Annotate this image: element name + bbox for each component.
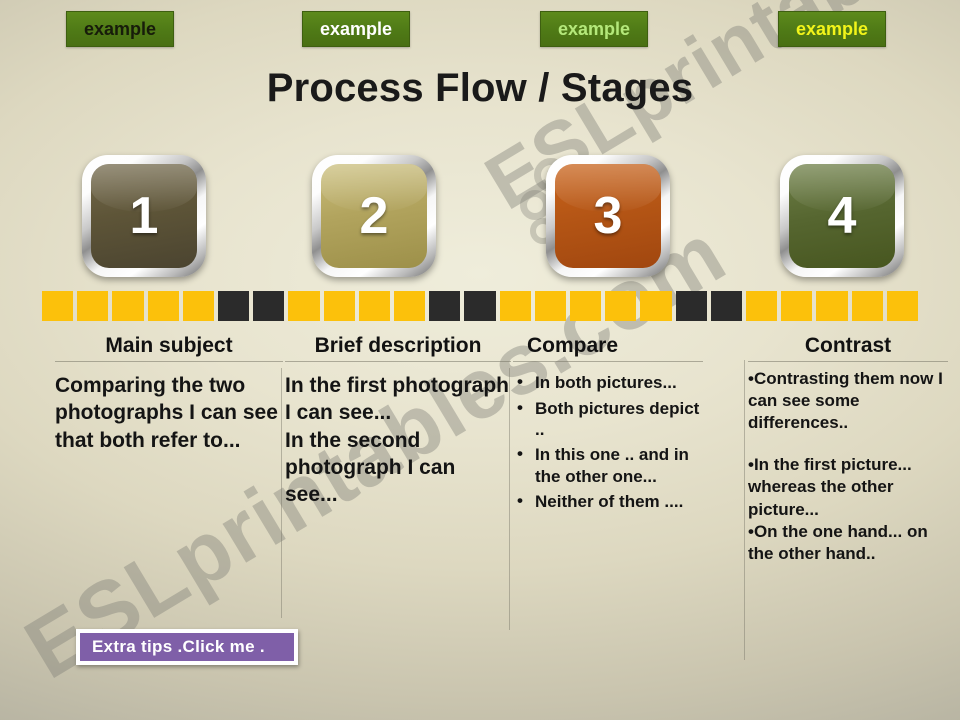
- stage-row: 1 2 3 4: [0, 155, 960, 285]
- example-button-1-label: example: [83, 19, 157, 39]
- divider-tile: [112, 291, 144, 321]
- column-2-rule: [285, 361, 511, 363]
- divider-tile: [710, 291, 743, 321]
- divider-tile: [886, 291, 919, 321]
- column-contrast: Contrast •Contrasting them now I can see…: [748, 334, 948, 565]
- list-item: Both pictures depict ..: [513, 397, 703, 441]
- divider-tile: [253, 291, 285, 321]
- column-3-bullet-list: In both pictures... Both pictures depict…: [513, 371, 703, 512]
- stage-box-3[interactable]: 3: [546, 155, 670, 277]
- example-button-row: example example example example: [0, 0, 960, 58]
- column-4-paragraph: •On the one hand... on the other hand..: [748, 521, 928, 563]
- divider-tile: [570, 291, 602, 321]
- divider-tile: [147, 291, 179, 321]
- list-item: In this one .. and in the other one...: [513, 443, 703, 487]
- divider-tile: [640, 291, 672, 321]
- stage-box-1-number: 1: [129, 187, 159, 245]
- divider-tile: [42, 291, 74, 321]
- example-button-3[interactable]: example: [540, 11, 648, 47]
- divider-tile: [534, 291, 567, 321]
- divider-tile: [746, 291, 778, 321]
- stage-box-3-inner: 3: [555, 164, 661, 268]
- divider-tile: [781, 291, 813, 321]
- example-button-1[interactable]: example: [66, 11, 174, 47]
- column-3-heading: Compare: [527, 334, 619, 357]
- stage-box-4-inner: 4: [789, 164, 895, 268]
- column-2-heading: Brief description: [314, 334, 482, 357]
- stage-box-1[interactable]: 1: [82, 155, 206, 277]
- stage-box-2-inner: 2: [321, 164, 427, 268]
- column-1-body: Comparing the two photographs I can see …: [55, 372, 283, 454]
- divider-tile: [77, 291, 109, 321]
- example-button-4-label: example: [795, 19, 869, 39]
- column-1-heading: Main subject: [105, 334, 233, 357]
- extra-tips-button[interactable]: Extra tips .Click me .: [76, 629, 298, 665]
- divider-tile: [499, 291, 531, 321]
- stage-box-2-number: 2: [359, 187, 389, 245]
- column-1-rule: [55, 361, 283, 363]
- column-main-subject: Main subject Comparing the two photograp…: [55, 334, 283, 454]
- column-4-paragraph: •Contrasting them now I can see some dif…: [748, 369, 943, 433]
- extra-tips-button-label: Extra tips .Click me .: [92, 637, 265, 656]
- column-2-paragraph: In the first photograph I can see...: [285, 374, 509, 425]
- stage-box-4-number: 4: [827, 187, 857, 245]
- list-item: Neither of them ....: [513, 490, 703, 512]
- example-button-3-label: example: [557, 19, 631, 39]
- stage-box-4[interactable]: 4: [780, 155, 904, 277]
- column-4-body: •Contrasting them now I can see some dif…: [748, 368, 948, 565]
- divider-tile: [288, 291, 320, 321]
- example-button-2[interactable]: example: [302, 11, 410, 47]
- column-2-paragraph: In the second photograph I can see...: [285, 428, 456, 507]
- example-button-2-label: example: [319, 19, 393, 39]
- column-4-spacer: [748, 434, 948, 454]
- divider-tile: [464, 291, 496, 321]
- divider-tile: [323, 291, 355, 321]
- divider-tile: [851, 291, 883, 321]
- page-title: Process Flow / Stages: [266, 66, 694, 110]
- stage-box-1-inner: 1: [91, 164, 197, 268]
- column-4-heading: Contrast: [804, 334, 892, 357]
- column-compare: Compare In both pictures... Both picture…: [513, 334, 703, 517]
- column-4-paragraph: •In the first picture... whereas the oth…: [748, 455, 912, 519]
- list-item: In both pictures...: [513, 371, 703, 393]
- divider-tile: [675, 291, 707, 321]
- stage-box-3-number: 3: [593, 187, 623, 245]
- divider-tile: [429, 291, 461, 321]
- divider-tile: [394, 291, 426, 321]
- column-brief-description: Brief description In the first photograp…: [285, 334, 511, 509]
- divider-bar: [42, 291, 919, 321]
- stage-box-2[interactable]: 2: [312, 155, 436, 277]
- divider-tile: [816, 291, 848, 321]
- divider-tile: [358, 291, 391, 321]
- column-1-paragraph: Comparing the two photographs I can see …: [55, 374, 278, 452]
- divider-tile: [182, 291, 215, 321]
- column-4-rule: [748, 361, 948, 363]
- example-button-4[interactable]: example: [778, 11, 886, 47]
- divider-tile: [218, 291, 250, 321]
- column-2-body: In the first photograph I can see... In …: [285, 372, 511, 508]
- column-3-rule: [513, 361, 703, 363]
- divider-tile: [605, 291, 637, 321]
